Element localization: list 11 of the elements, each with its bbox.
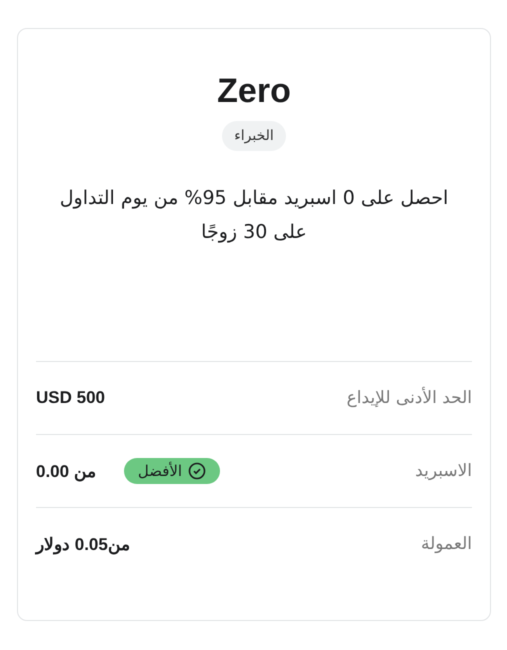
row-label: العمولة: [420, 534, 472, 554]
plan-title: Zero: [217, 71, 291, 112]
row-value: من 0.00: [36, 460, 96, 482]
plan-tag: الخبراء: [222, 121, 286, 151]
row-label: الاسبريد: [414, 461, 472, 481]
row-value: من0.05 دولار: [36, 534, 130, 554]
row-value: USD 500: [36, 388, 105, 408]
row-label: الحد الأدنى للإيداع: [346, 388, 472, 408]
plan-description: احصل على 0 اسبريد مقابل 95% من يوم التداول على 30 زوجًا: [58, 186, 450, 245]
check-circle-icon: [188, 462, 206, 480]
badge-text: الأفضل: [138, 462, 182, 480]
